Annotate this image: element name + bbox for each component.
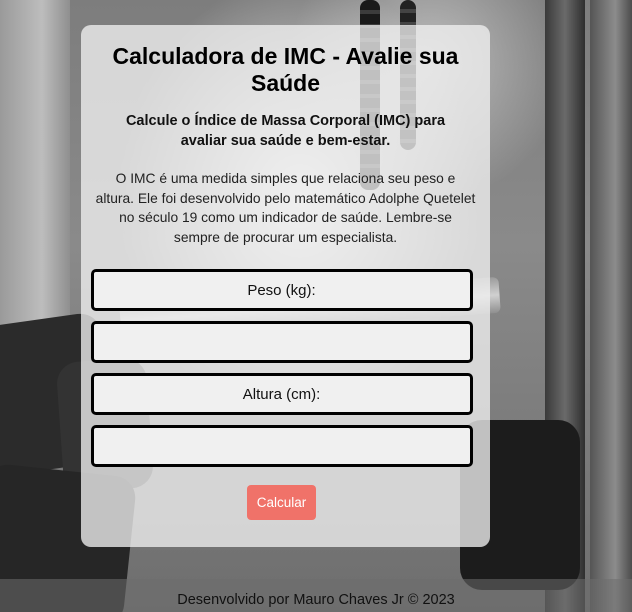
calculate-button[interactable]: Calcular xyxy=(247,485,316,520)
background-pole xyxy=(0,0,70,330)
weight-input[interactable] xyxy=(93,323,470,361)
weight-field[interactable] xyxy=(90,321,473,363)
footer-credit: Desenvolvido por Mauro Chaves Jr © 2023 xyxy=(177,592,455,608)
footer: Desenvolvido por Mauro Chaves Jr © 2023 xyxy=(0,579,632,612)
weight-label-text: Peso (kg): xyxy=(247,281,316,299)
height-input[interactable] xyxy=(93,427,470,465)
height-field[interactable] xyxy=(90,425,473,467)
page: Calculadora de IMC - Avalie sua Saúde Ca… xyxy=(0,0,632,612)
description: O IMC é uma medida simples que relaciona… xyxy=(95,171,476,245)
page-title: Calculadora de IMC - Avalie sua Saúde xyxy=(112,43,459,96)
background-pole xyxy=(590,0,632,612)
bmi-calculator-card: Calculadora de IMC - Avalie sua Saúde Ca… xyxy=(81,25,490,547)
height-label-text: Altura (cm): xyxy=(242,385,321,403)
bmi-form: Peso (kg): Altura (cm): Calcular xyxy=(90,269,476,520)
height-label: Altura (cm): xyxy=(90,373,473,415)
subtitle: Calcule o Índice de Massa Corporal (IMC)… xyxy=(125,113,446,149)
weight-label: Peso (kg): xyxy=(90,269,473,311)
